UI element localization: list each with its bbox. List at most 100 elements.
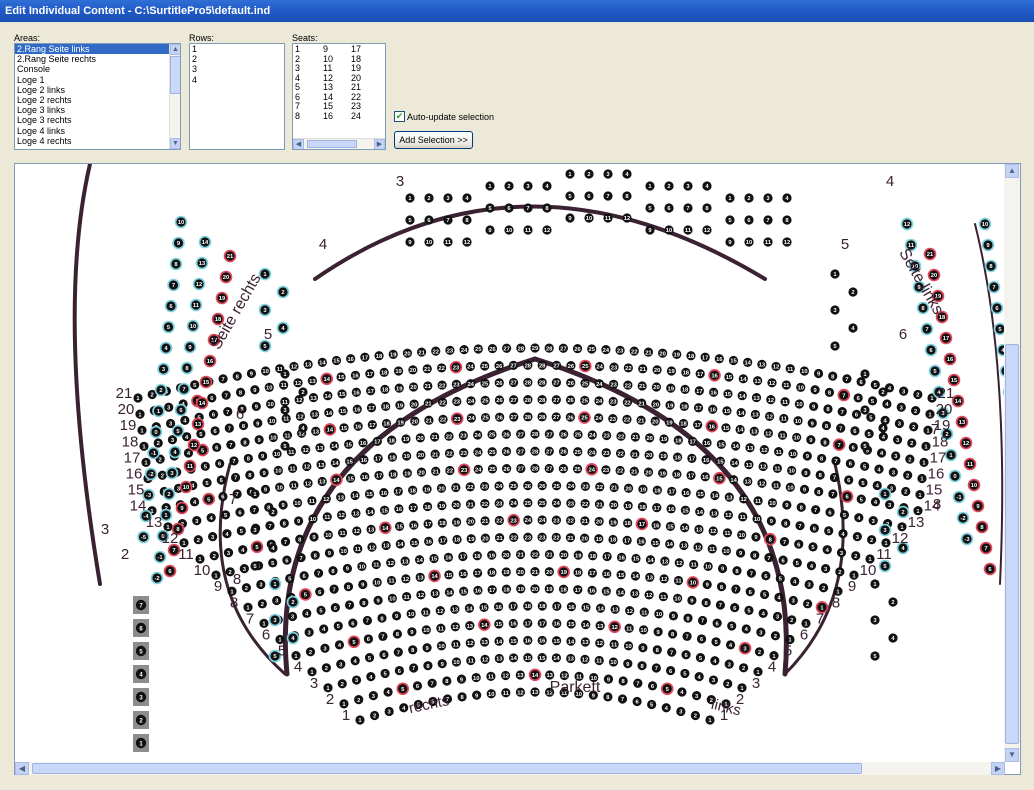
seat[interactable]: 2 bbox=[905, 454, 915, 464]
seat[interactable]: 5 bbox=[250, 540, 264, 554]
seat[interactable]: 23 bbox=[445, 345, 455, 355]
seat[interactable]: 8 bbox=[423, 661, 433, 671]
seat[interactable]: 15 bbox=[713, 471, 726, 485]
seat[interactable]: 20 bbox=[652, 365, 662, 375]
seat[interactable]: 18 bbox=[679, 401, 689, 412]
seat[interactable]: 22 bbox=[622, 397, 633, 407]
seat[interactable]: 10 bbox=[268, 432, 278, 443]
seat[interactable]: 21 bbox=[423, 398, 433, 408]
seat[interactable]: 6 bbox=[584, 191, 594, 201]
seat[interactable]: 2 bbox=[276, 285, 290, 299]
seat[interactable]: 19 bbox=[573, 550, 583, 560]
seat[interactable]: 5 bbox=[839, 510, 850, 520]
seat[interactable]: 22 bbox=[431, 346, 441, 356]
seat[interactable]: 25 bbox=[487, 464, 498, 474]
seat[interactable]: 5 bbox=[565, 191, 575, 201]
seat[interactable]: 22 bbox=[551, 532, 561, 542]
seat[interactable]: 24 bbox=[594, 413, 604, 423]
seat[interactable]: 22 bbox=[566, 515, 576, 526]
seat[interactable]: 13 bbox=[308, 392, 319, 403]
seat[interactable]: 20 bbox=[623, 483, 634, 493]
seat[interactable]: 11 bbox=[771, 480, 781, 490]
seat[interactable]: 24 bbox=[523, 515, 533, 525]
seat[interactable]: 27 bbox=[558, 343, 568, 353]
seat[interactable]: 8 bbox=[796, 502, 806, 512]
seat[interactable]: 2 bbox=[818, 583, 829, 593]
seat[interactable]: 4 bbox=[870, 497, 881, 507]
seat[interactable]: 23 bbox=[609, 379, 619, 389]
seat[interactable]: 6 bbox=[840, 490, 854, 503]
seat[interactable]: 3 bbox=[280, 405, 290, 415]
seat[interactable]: -2 bbox=[144, 467, 158, 481]
seat[interactable]: 5 bbox=[727, 621, 737, 631]
seat[interactable]: 18 bbox=[623, 518, 633, 528]
seat[interactable]: 6 bbox=[424, 215, 434, 225]
seat[interactable]: 5 bbox=[866, 412, 876, 422]
seat[interactable]: 9 bbox=[981, 238, 995, 252]
seat[interactable]: 7 bbox=[697, 615, 708, 626]
seat[interactable]: 6 bbox=[218, 491, 228, 502]
seat[interactable]: 16 bbox=[651, 520, 661, 530]
seat[interactable]: 5 bbox=[364, 653, 375, 663]
seat[interactable]: 19 bbox=[516, 584, 526, 594]
seat[interactable]: 12 bbox=[595, 638, 605, 648]
seat[interactable]: 7 bbox=[523, 203, 533, 213]
seat[interactable]: 8 bbox=[782, 215, 792, 225]
seat[interactable]: 13 bbox=[317, 476, 327, 487]
seat[interactable]: 23 bbox=[480, 481, 490, 491]
seat[interactable]: 4 bbox=[878, 432, 888, 442]
seat[interactable]: 6 bbox=[163, 564, 177, 578]
seat[interactable]: 8 bbox=[820, 437, 830, 447]
seat[interactable]: 12 bbox=[763, 428, 774, 438]
seat[interactable]: 7 bbox=[715, 600, 726, 610]
seat[interactable]: 1 bbox=[878, 487, 892, 501]
seat[interactable]: 24 bbox=[585, 463, 599, 476]
seat[interactable]: 18 bbox=[387, 452, 398, 462]
seat[interactable]: 15 bbox=[728, 355, 739, 366]
seat[interactable]: 5 bbox=[870, 651, 880, 661]
seat[interactable]: 13 bbox=[366, 524, 376, 534]
scroll-left-icon[interactable]: ◀ bbox=[15, 762, 29, 775]
seat[interactable]: 19 bbox=[487, 550, 497, 560]
seat[interactable]: 1 bbox=[705, 715, 715, 725]
seat[interactable]: 7 bbox=[221, 390, 231, 400]
seat[interactable]: 4 bbox=[159, 341, 173, 355]
seat[interactable]: 16 bbox=[353, 421, 363, 431]
seat[interactable]: 19 bbox=[466, 534, 476, 544]
seat[interactable]: 1 bbox=[645, 181, 655, 191]
seat[interactable]: 11 bbox=[594, 655, 604, 666]
seat[interactable]: 19 bbox=[395, 400, 405, 410]
seat[interactable]: 26 bbox=[537, 481, 547, 491]
seat[interactable]: 7 bbox=[763, 215, 773, 225]
seat[interactable]: 20 bbox=[416, 450, 426, 460]
seat[interactable]: 11 bbox=[781, 380, 791, 390]
seat[interactable]: 18 bbox=[487, 567, 497, 578]
seat[interactable]: 16 bbox=[700, 472, 710, 482]
auto-update-checkbox[interactable]: ✔ bbox=[394, 111, 405, 122]
seat[interactable]: 2 bbox=[787, 615, 797, 625]
seat[interactable]: 16 bbox=[443, 552, 454, 563]
seat[interactable]: 11 bbox=[785, 364, 795, 374]
seat[interactable]: 2 bbox=[664, 181, 674, 191]
seat[interactable]: 1 bbox=[405, 193, 415, 203]
seat[interactable]: 20 bbox=[408, 365, 418, 375]
seat[interactable]: 10 bbox=[424, 237, 434, 247]
seat[interactable]: 9 bbox=[799, 484, 810, 494]
seat[interactable]: 19 bbox=[396, 417, 406, 427]
seat[interactable]: 17 bbox=[652, 503, 662, 513]
seat[interactable]: 17 bbox=[473, 568, 483, 578]
seat[interactable]: 9 bbox=[807, 418, 817, 428]
scroll-up-icon[interactable]: ▲ bbox=[170, 44, 180, 55]
seat[interactable]: 3 bbox=[852, 532, 862, 542]
seat[interactable]: 13 bbox=[724, 492, 734, 502]
seat[interactable]: 11 bbox=[609, 639, 619, 649]
seat[interactable]: 17 bbox=[687, 453, 697, 464]
seat[interactable]: 10 bbox=[339, 546, 349, 556]
seat[interactable]: 4 bbox=[319, 624, 329, 634]
seat[interactable]: 6 bbox=[379, 650, 389, 660]
seat[interactable]: 4 bbox=[790, 576, 800, 587]
seat[interactable]: 10 bbox=[357, 561, 367, 572]
seat[interactable]: 7 bbox=[828, 489, 838, 499]
seat[interactable]: 18 bbox=[680, 384, 690, 394]
seat[interactable]: 6 bbox=[848, 442, 858, 452]
